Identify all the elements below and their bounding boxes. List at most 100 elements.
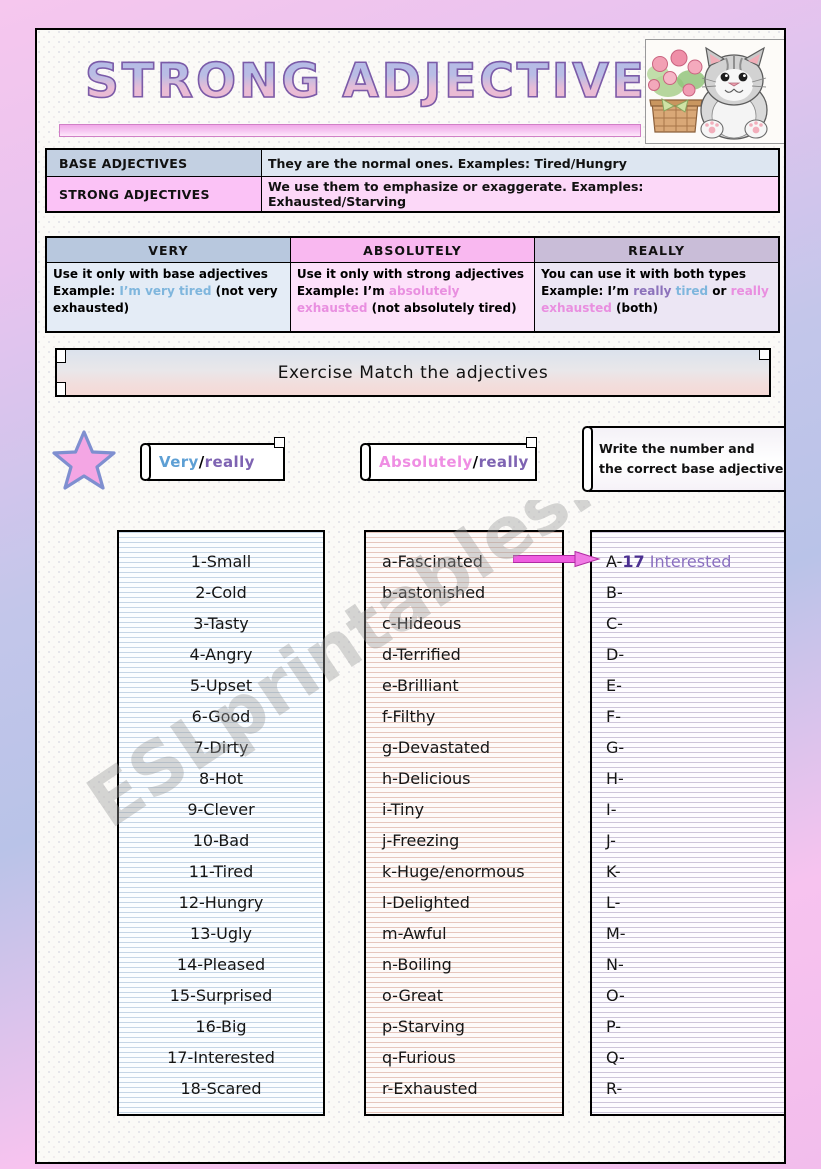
answer-letter: B-	[606, 583, 623, 602]
absolutely-label: Absolutely	[379, 453, 473, 471]
scroll-roll-left	[360, 443, 371, 481]
answer-word: Interested	[644, 552, 732, 571]
list-item: 2-Cold	[195, 583, 247, 602]
answer-row[interactable]: D-	[592, 639, 784, 670]
answer-letter: C-	[606, 614, 623, 633]
base-list-items: 1-Small 2-Cold 3-Tasty 4-Angry 5-Upset 6-Good…	[119, 532, 323, 1104]
definitions-table: BASE ADJECTIVES They are the normal ones…	[45, 148, 780, 213]
answer-row[interactable]: K-	[592, 856, 784, 887]
answers-list[interactable]: A-17 Interested B- C- D- E- F- G- H- I- J- K- L- M- N…	[590, 530, 784, 1116]
arrow-right-icon	[512, 550, 601, 568]
list-item: f-Filthy	[382, 707, 436, 726]
answer-row[interactable]: E-	[592, 670, 784, 701]
very-example-label: Example:	[53, 284, 120, 298]
really-example-label: Example: I’m	[541, 284, 634, 298]
answer-letter: L-	[606, 893, 621, 912]
star-decoration	[52, 430, 116, 492]
really-tired: tired	[671, 284, 709, 298]
answer-list-items[interactable]: A-17 Interested B- C- D- E- F- G- H- I- J- K- L- M- N…	[592, 532, 784, 1104]
list-item: g-Devastated	[382, 738, 491, 757]
list-item: j-Freezing	[382, 831, 460, 850]
list-item: r-Exhausted	[382, 1079, 478, 1098]
list-item: 4-Angry	[189, 645, 253, 664]
very-rule: Use it only with base adjectives	[53, 267, 268, 281]
exercise-instruction: Exercise Match the adjectives	[277, 362, 549, 383]
answer-row[interactable]: L-	[592, 887, 784, 918]
answer-letter: O-	[606, 986, 625, 1005]
column-3-header-label: Write the number and the correct base ad…	[582, 426, 784, 492]
list-item: k-Huge/enormous	[382, 862, 525, 881]
answer-row[interactable]: A-17 Interested	[592, 546, 784, 577]
answer-row[interactable]: F-	[592, 701, 784, 732]
list-item: c-Hideous	[382, 614, 462, 633]
answer-letter: G-	[606, 738, 625, 757]
exercise-banner: Exercise Match the adjectives	[55, 348, 771, 397]
list-item: p-Starving	[382, 1017, 465, 1036]
banner-corner-top-left	[56, 349, 66, 363]
answer-row[interactable]: C-	[592, 608, 784, 639]
column-1-header-text: Very/really	[149, 453, 255, 471]
list-item: 16-Big	[195, 1017, 247, 1036]
instruction-line-2: the correct base adjective	[599, 461, 784, 476]
answer-row[interactable]: H-	[592, 763, 784, 794]
answer-row[interactable]: R-	[592, 1073, 784, 1104]
answer-row[interactable]: B-	[592, 577, 784, 608]
strong-adjectives-label: STRONG ADJECTIVES	[45, 176, 262, 213]
list-item: 18-Scared	[180, 1079, 262, 1098]
table-header-row: VERY ABSOLUTELY REALLY	[45, 236, 780, 263]
really-example-rest: (both)	[611, 301, 659, 315]
column-2-header-text: Absolutely/really	[369, 453, 529, 471]
usage-table: VERY ABSOLUTELY REALLY Use it only with …	[45, 236, 780, 333]
list-item: l-Delighted	[382, 893, 470, 912]
answer-row[interactable]: N-	[592, 949, 784, 980]
answer-letter: K-	[606, 862, 621, 881]
star-icon	[52, 430, 116, 490]
very-example-highlight: I’m very tired	[119, 284, 212, 298]
list-item: i-Tiny	[382, 800, 425, 819]
really-rule: You can use it with both types	[541, 267, 747, 281]
page-title: STRONG ADJECTIVES	[84, 53, 684, 110]
answer-row[interactable]: O-	[592, 980, 784, 1011]
answer-letter: I-	[606, 800, 617, 819]
list-item: 8-Hot	[198, 769, 244, 788]
absolutely-cell: Use it only with strong adjectives Examp…	[289, 262, 536, 333]
instruction-line-1: Write the number and	[599, 441, 755, 456]
answer-row[interactable]: G-	[592, 732, 784, 763]
very-header: VERY	[45, 236, 291, 263]
strong-list-items: a-Fascinated b-astonished c-Hideous d-Terri…	[366, 532, 562, 1104]
list-item: 14-Pleased	[176, 955, 266, 974]
answer-letter: M-	[606, 924, 626, 943]
list-item: h-Delicious	[382, 769, 471, 788]
absolutely-header: ABSOLUTELY	[289, 236, 536, 263]
list-item: 9-Clever	[187, 800, 255, 819]
answer-row[interactable]: P-	[592, 1011, 784, 1042]
answer-letter: H-	[606, 769, 624, 788]
list-item: 15-Surprised	[169, 986, 273, 1005]
base-adjectives-list: 1-Small 2-Cold 3-Tasty 4-Angry 5-Upset 6-Good…	[117, 530, 325, 1116]
banner-corner-top-right	[759, 349, 770, 360]
answer-letter: Q-	[606, 1048, 625, 1067]
really-label: really	[478, 453, 529, 471]
absolutely-example-rest: (not absolutely tired)	[367, 301, 517, 315]
really-or: or	[708, 284, 731, 298]
answer-row[interactable]: I-	[592, 794, 784, 825]
list-item: 1-Small	[190, 552, 252, 571]
answer-number: 17	[622, 552, 645, 571]
title-underline-bar	[59, 124, 641, 137]
list-item: d-Terrified	[382, 645, 461, 664]
really-cell: You can use it with both types Example: …	[534, 262, 780, 333]
answer-row[interactable]: M-	[592, 918, 784, 949]
list-item: 11-Tired	[188, 862, 254, 881]
list-item: 12-Hungry	[178, 893, 264, 912]
kitten-illustration-icon	[646, 40, 782, 141]
table-row: Use it only with base adjectives Example…	[45, 262, 780, 333]
really-header: REALLY	[534, 236, 780, 263]
column-2-header-label: Absolutely/really	[360, 437, 537, 481]
strong-adjectives-description: We use them to emphasize or exaggerate. …	[261, 176, 780, 213]
answer-letter: J-	[606, 831, 616, 850]
answer-row[interactable]: Q-	[592, 1042, 784, 1073]
strong-adjectives-list: a-Fascinated b-astonished c-Hideous d-Terri…	[364, 530, 564, 1116]
list-item: 10-Bad	[192, 831, 250, 850]
answer-row[interactable]: J-	[592, 825, 784, 856]
list-item: o-Great	[382, 986, 443, 1005]
